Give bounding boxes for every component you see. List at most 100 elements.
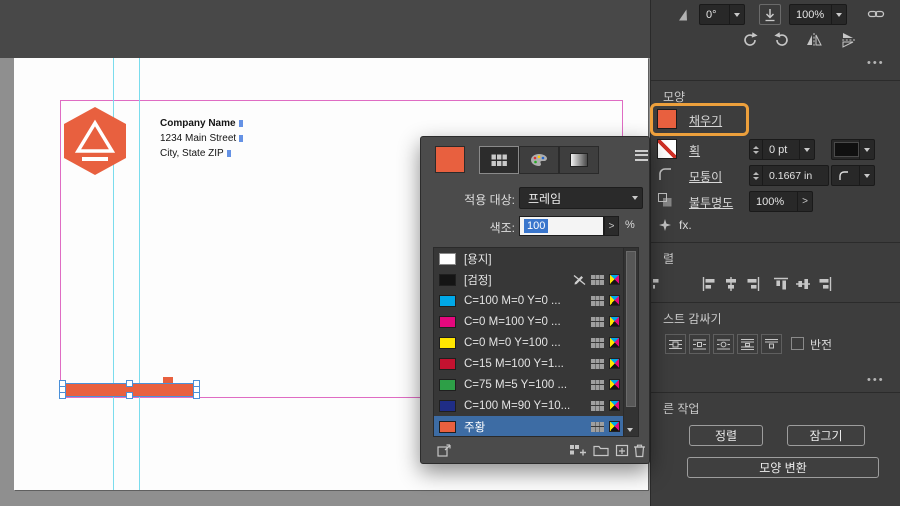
wrap-none-icon[interactable] <box>665 334 686 354</box>
new-swatch-icon[interactable] <box>615 444 629 457</box>
align-middle-vertical-icon[interactable] <box>795 276 811 292</box>
selection-handle[interactable] <box>126 392 133 399</box>
spinner-arrow-icon[interactable]: > <box>797 192 812 211</box>
invert-checkbox[interactable] <box>791 337 804 350</box>
swatch-row[interactable]: C=15 M=100 Y=1... <box>434 353 623 374</box>
swatch-row-selected[interactable]: 주황 <box>434 416 623 436</box>
swatch-name: 주황 <box>464 421 486 434</box>
swatch-color <box>439 252 456 265</box>
tint-spinner-icon[interactable]: > <box>604 216 619 236</box>
flip-vertical-icon[interactable] <box>839 31 857 49</box>
chevron-down-icon[interactable] <box>859 166 874 185</box>
cmyk-mode-icon <box>609 337 620 348</box>
corner-label[interactable]: 모퉁이 <box>689 168 722 185</box>
swatch-row[interactable]: [검정] <box>434 269 623 290</box>
selection-handle[interactable] <box>126 380 133 387</box>
flip-horizontal-icon[interactable] <box>805 31 823 49</box>
ruler-guide[interactable] <box>139 58 140 490</box>
align-button[interactable]: 정렬 <box>689 425 763 446</box>
swatch-grid-icon <box>491 154 507 166</box>
fx-label[interactable]: fx. <box>679 218 692 232</box>
wrap-object-shape-icon[interactable] <box>713 334 734 354</box>
chevron-down-icon[interactable] <box>859 140 874 159</box>
swatch-row[interactable]: C=0 M=100 Y=0 ... <box>434 311 623 332</box>
more-options-icon[interactable]: ••• <box>867 57 885 69</box>
cmyk-mode-icon <box>609 379 620 390</box>
delete-swatch-icon[interactable] <box>633 443 646 458</box>
swatch-panel-tabs <box>479 146 599 174</box>
scrollbar-thumb[interactable] <box>626 251 636 407</box>
corner-radius-stepper[interactable]: 0.1667 in <box>749 165 829 186</box>
tab-color-mixer[interactable] <box>519 146 559 174</box>
shear-icon[interactable] <box>675 7 691 23</box>
swatch-row[interactable]: [용지] <box>434 248 623 269</box>
new-folder-icon[interactable] <box>593 444 609 457</box>
selection-handle[interactable] <box>193 392 200 399</box>
lock-button[interactable]: 잠그기 <box>787 425 865 446</box>
tab-swatches[interactable] <box>479 146 519 174</box>
swatch-name: C=75 M=5 Y=100 ... <box>464 378 568 391</box>
swatch-name: C=100 M=90 Y=10... <box>464 399 571 412</box>
chevron-down-icon[interactable] <box>831 5 846 24</box>
swatch-name: C=0 M=0 Y=100 ... <box>464 336 561 349</box>
wrap-jump-column-icon[interactable] <box>761 334 782 354</box>
address-text-frame[interactable]: Company Name 1234 Main Street City, Stat… <box>160 116 244 161</box>
swatch-list: [용지] [검정] C=100 M=0 Y=0 ... C=0 M=100 Y=… <box>433 247 639 437</box>
swatch-row[interactable]: C=0 M=0 Y=100 ... <box>434 332 623 353</box>
scroll-down-icon[interactable] <box>627 428 633 432</box>
current-color-swatch[interactable] <box>435 146 465 173</box>
more-options-icon[interactable]: ••• <box>867 374 885 386</box>
apply-to-dropdown[interactable]: 프레임 <box>519 187 643 209</box>
stroke-label[interactable]: 획 <box>689 142 700 159</box>
wrap-bounding-box-icon[interactable] <box>689 334 710 354</box>
opacity-icon <box>657 192 673 208</box>
swatch-row[interactable]: C=75 M=5 Y=100 ... <box>434 374 623 395</box>
convert-shape-button[interactable]: 모양 변환 <box>687 457 879 478</box>
rotation-angle-combo[interactable]: 0° <box>699 4 745 25</box>
process-color-icon <box>591 358 604 369</box>
align-bottom-icon[interactable] <box>817 276 833 292</box>
rotation-angle-value: 0° <box>706 8 717 21</box>
new-color-group-icon[interactable] <box>569 444 586 457</box>
tab-gradient[interactable] <box>559 146 599 174</box>
cmyk-mode-icon <box>609 421 620 432</box>
stroke-weight-stepper[interactable]: 0 pt <box>749 139 815 160</box>
align-top-icon[interactable] <box>773 276 789 292</box>
chevron-down-icon[interactable] <box>628 188 642 208</box>
stepper-arrows-icon[interactable] <box>750 166 763 185</box>
stroke-swatch[interactable] <box>657 139 677 159</box>
align-partial-icon[interactable] <box>653 276 663 292</box>
add-swatch-from-color-icon[interactable] <box>437 443 452 458</box>
scale-value: 100% <box>796 8 825 21</box>
opacity-label[interactable]: 불투명도 <box>689 194 733 211</box>
wrap-jump-object-icon[interactable] <box>737 334 758 354</box>
swatch-row[interactable]: C=100 M=0 Y=0 ... <box>434 290 623 311</box>
rotate-cw-icon[interactable] <box>741 31 759 49</box>
corner-style-combo[interactable] <box>831 165 875 186</box>
rotate-ccw-icon[interactable] <box>773 31 791 49</box>
divider <box>651 392 900 393</box>
scrollbar[interactable] <box>623 248 638 436</box>
chevron-down-icon[interactable] <box>729 5 744 24</box>
chevron-down-icon[interactable] <box>799 140 814 159</box>
process-color-icon <box>591 337 604 348</box>
align-header: 렬 <box>663 252 675 266</box>
effects-icon[interactable] <box>659 219 671 231</box>
cast-shadow-icon[interactable] <box>759 4 781 25</box>
stroke-color-combo[interactable] <box>831 139 875 160</box>
opacity-combo[interactable]: 100% > <box>749 191 813 212</box>
link-chain-icon[interactable] <box>867 7 885 21</box>
align-center-horizontal-icon[interactable] <box>723 276 739 292</box>
align-left-icon[interactable] <box>701 276 717 292</box>
scale-combo[interactable]: 100% <box>789 4 847 25</box>
swatch-row[interactable]: C=100 M=90 Y=10... <box>434 395 623 416</box>
panel-menu-icon[interactable] <box>635 147 648 163</box>
swatch-name: [용지] <box>464 253 492 266</box>
align-right-icon[interactable] <box>745 276 761 292</box>
selection-handle[interactable] <box>59 392 66 399</box>
tint-input[interactable]: 100 <box>519 216 604 236</box>
cmyk-mode-icon <box>609 295 620 306</box>
end-of-line-marker <box>238 119 243 127</box>
swatch-color <box>439 294 456 307</box>
stepper-arrows-icon[interactable] <box>750 140 763 159</box>
